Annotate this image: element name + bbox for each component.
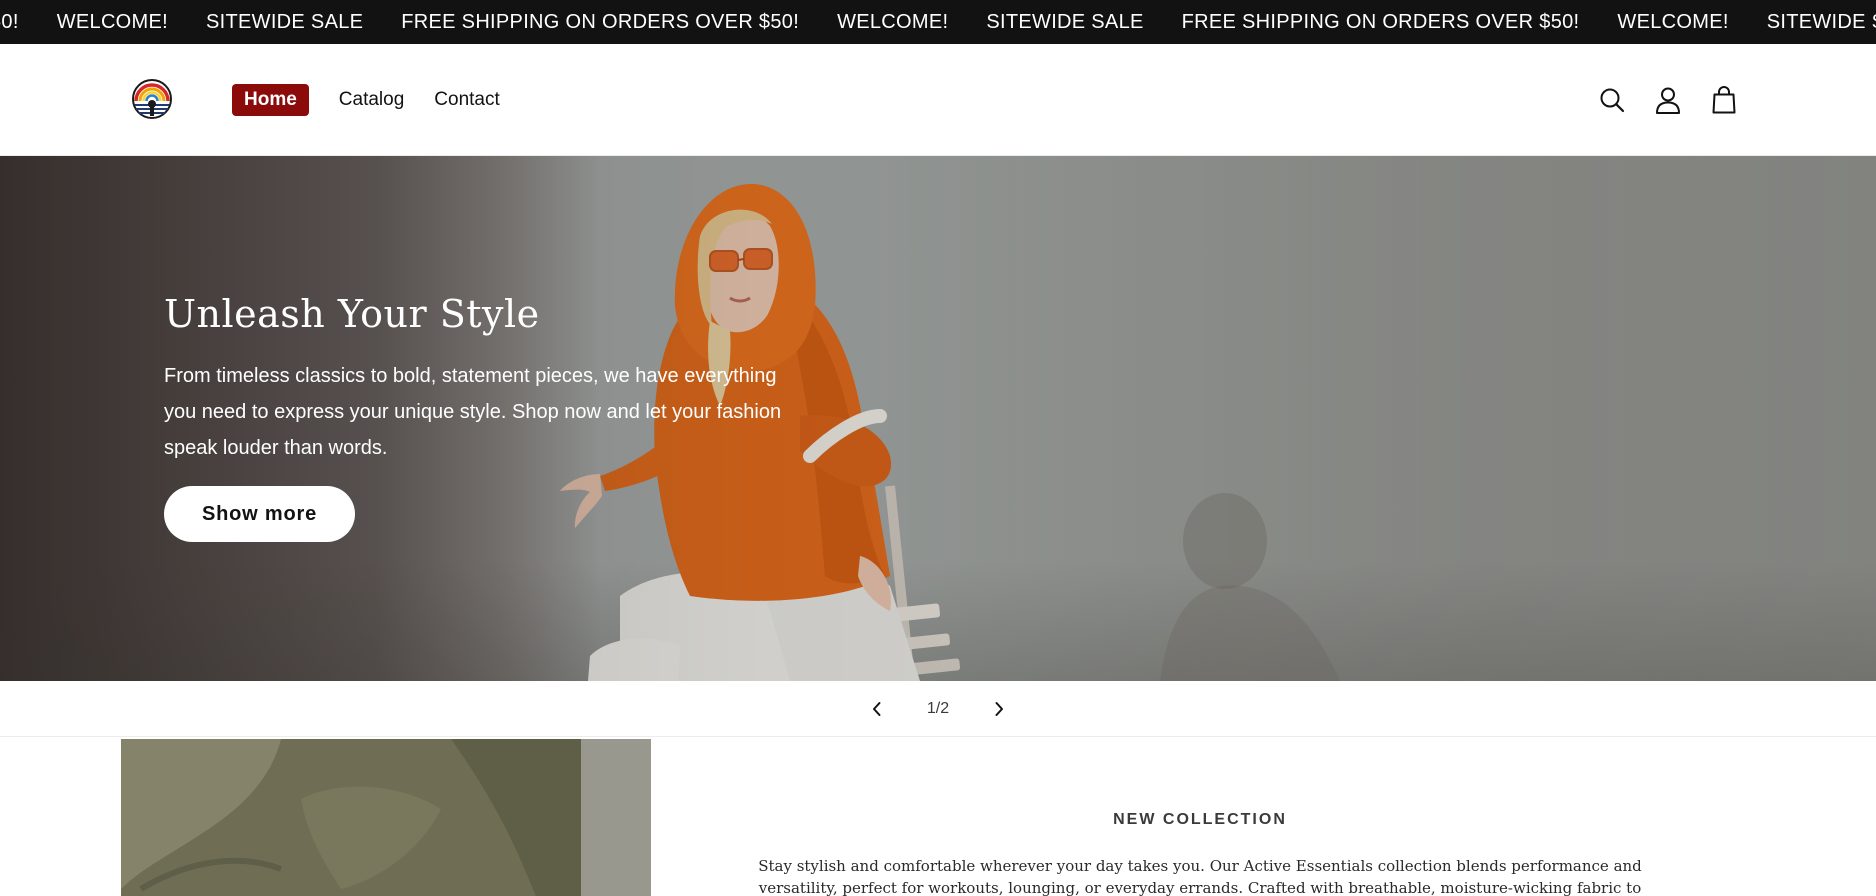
slideshow-controls: 1/2 [0, 681, 1876, 737]
hero-description: From timeless classics to bold, statemen… [164, 365, 782, 459]
nav-link-contact[interactable]: Contact [434, 84, 499, 116]
announcement-item: SITEWIDE SALE [206, 10, 364, 33]
chevron-left-icon[interactable] [857, 689, 897, 729]
account-icon[interactable] [1652, 84, 1684, 116]
chevron-right-icon[interactable] [979, 689, 1019, 729]
show-more-button[interactable]: Show more [164, 486, 355, 542]
announcement-bar: 50! WELCOME! SITEWIDE SALE FREE SHIPPING… [0, 0, 1876, 44]
announcement-item: FREE SHIPPING ON ORDERS OVER $50! [1181, 10, 1580, 33]
collection-image [121, 739, 651, 896]
search-icon[interactable] [1596, 84, 1628, 116]
collection-heading: NEW COLLECTION [1113, 811, 1287, 828]
nav-link-catalog[interactable]: Catalog [339, 84, 405, 116]
store-logo[interactable] [132, 79, 172, 119]
hero-title: Unleash Your Style [164, 292, 540, 336]
slide-counter: 1/2 [926, 699, 950, 717]
collection-text: NEW COLLECTION Stay stylish and comforta… [740, 811, 1660, 896]
site-header: Home Catalog Contact [0, 44, 1876, 156]
header-icons [1596, 84, 1764, 116]
announcement-item: 50! [0, 10, 19, 33]
cart-icon[interactable] [1708, 84, 1740, 116]
announcement-track: 50! WELCOME! SITEWIDE SALE FREE SHIPPING… [0, 0, 1876, 44]
announcement-item: WELCOME! [837, 10, 949, 33]
announcement-item: FREE SHIPPING ON ORDERS OVER $50! [401, 10, 800, 33]
announcement-item: WELCOME! [1617, 10, 1729, 33]
nav-link-home[interactable]: Home [232, 84, 309, 116]
announcement-item: SITEWIDE SALE [986, 10, 1144, 33]
rainbow-sun-logo-icon [132, 79, 172, 119]
collection-section: NEW COLLECTION Stay stylish and comforta… [0, 737, 1876, 896]
hero-content: Unleash Your Style From timeless classic… [164, 292, 784, 542]
collection-description: Stay stylish and comfortable wherever yo… [758, 857, 1642, 896]
olive-hoodie-image [121, 739, 651, 896]
hero-slideshow: Unleash Your Style From timeless classic… [0, 156, 1876, 681]
main-nav: Home Catalog Contact [232, 84, 530, 116]
announcement-item: WELCOME! [56, 10, 168, 33]
announcement-item: SITEWIDE SALE [1766, 10, 1876, 33]
